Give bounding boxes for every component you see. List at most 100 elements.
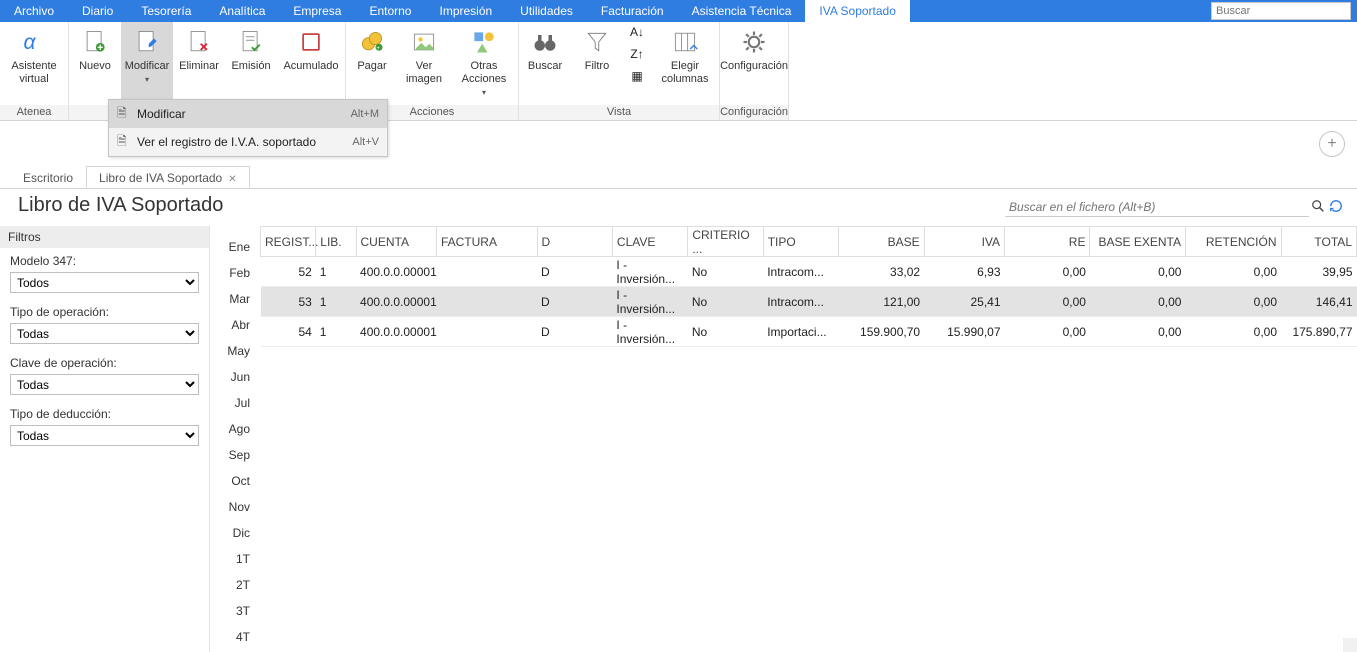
button-label: Nuevo [79, 60, 111, 73]
menu-search-input[interactable] [1212, 3, 1350, 19]
col-header[interactable]: CLAVE [612, 227, 687, 257]
filter-label: Tipo de operación: [0, 299, 209, 321]
cell [436, 257, 537, 287]
nuevo-button[interactable]: Nuevo [69, 22, 121, 105]
menu-item-archivo[interactable]: Archivo [0, 0, 68, 22]
filter-select[interactable]: Todas [10, 425, 199, 446]
month-ago[interactable]: Ago [229, 422, 250, 436]
filter-select[interactable]: Todas [10, 374, 199, 395]
buscar-button[interactable]: Buscar [519, 22, 571, 105]
asistente-virtual-button[interactable]: αAsistente virtual [0, 22, 68, 105]
menu-item-impresi-n[interactable]: Impresión [425, 0, 506, 22]
cell: Intracom... [763, 287, 838, 317]
menu-item-facturaci-n[interactable]: Facturación [587, 0, 678, 22]
month-sep[interactable]: Sep [229, 448, 250, 462]
month-oct[interactable]: Oct [231, 474, 250, 488]
table-row[interactable]: 521400.0.0.00001DI - Inversión...NoIntra… [261, 257, 1357, 287]
menu-item-empresa[interactable]: Empresa [279, 0, 355, 22]
month-abr[interactable]: Abr [231, 318, 250, 332]
acumulado-button[interactable]: Acumulado [277, 22, 345, 105]
grid-horizontal-scrollbar[interactable] [260, 638, 1343, 652]
table-row[interactable]: 541400.0.0.00001DI - Inversión...NoImpor… [261, 317, 1357, 347]
button-label: Ver imagen [406, 60, 442, 86]
col-header[interactable]: TOTAL [1281, 227, 1357, 257]
grid-small-icon[interactable]: ▦ [627, 66, 647, 86]
col-header[interactable]: IVA [924, 227, 1004, 257]
add-button[interactable]: + [1319, 131, 1345, 157]
menu-item-asistencia-t-cnica[interactable]: Asistencia Técnica [678, 0, 806, 22]
month-mar[interactable]: Mar [229, 292, 250, 306]
cell: D [537, 317, 612, 347]
month-4t[interactable]: 4T [236, 630, 250, 644]
month-nov[interactable]: Nov [229, 500, 250, 514]
menu-item-tesorer-a[interactable]: Tesorería [127, 0, 205, 22]
elegir-columnas-button[interactable]: Elegir columnas [651, 22, 719, 105]
data-grid: REGIST...LIB.CUENTAFACTURADCLAVECRITERIO… [260, 226, 1357, 347]
tab-libro-de-iva-soportado[interactable]: Libro de IVA Soportado✕ [86, 166, 250, 188]
page-title: Libro de IVA Soportado [18, 194, 223, 217]
cell: 0,00 [1090, 287, 1186, 317]
pagar-button[interactable]: +Pagar [346, 22, 398, 105]
col-header[interactable]: REGIST... [261, 227, 316, 257]
cell: I - Inversión... [612, 287, 687, 317]
col-header[interactable]: D [537, 227, 612, 257]
filter-select[interactable]: Todas [10, 323, 199, 344]
grid-search-input[interactable] [1005, 197, 1309, 217]
cell: 1 [316, 287, 356, 317]
month-jul[interactable]: Jul [235, 396, 250, 410]
menu-item-anal-tica[interactable]: Analítica [205, 0, 279, 22]
table-row[interactable]: 531400.0.0.00001DI - Inversión...NoIntra… [261, 287, 1357, 317]
cell: 400.0.0.00001 [356, 287, 436, 317]
month-ene[interactable]: Ene [229, 240, 250, 254]
configuracion-button[interactable]: Configuración [720, 22, 788, 105]
col-header[interactable]: RE [1005, 227, 1090, 257]
month-1t[interactable]: 1T [236, 552, 250, 566]
tab-escritorio[interactable]: Escritorio [10, 166, 86, 188]
ribbon-group: BuscarFiltroA↓Z↑▦Elegir columnasVista [519, 22, 720, 120]
month-may[interactable]: May [227, 344, 250, 358]
month-feb[interactable]: Feb [229, 266, 250, 280]
button-label: Modificar [125, 60, 170, 73]
menu-item-diario[interactable]: Diario [68, 0, 127, 22]
modificar-button[interactable]: Modificar▾ [121, 22, 173, 105]
menu-item-iva-soportado[interactable]: IVA Soportado [805, 0, 910, 22]
group-title: Atenea [0, 105, 68, 120]
col-header[interactable]: LIB. [316, 227, 356, 257]
col-header[interactable]: RETENCIÓN [1185, 227, 1281, 257]
dropdown-item[interactable]: 🗎 Modificar Alt+M [109, 100, 387, 128]
col-header[interactable]: CUENTA [356, 227, 436, 257]
filter-select[interactable]: Todos [10, 272, 199, 293]
sort-asc-icon[interactable]: A↓ [627, 22, 647, 42]
cell: 146,41 [1281, 287, 1357, 317]
dropdown-item[interactable]: 🗎 Ver el registro de I.V.A. soportado Al… [109, 128, 387, 156]
col-header[interactable]: CRITERIO ... [688, 227, 763, 257]
otras-acciones-button[interactable]: Otras Acciones▾ [450, 22, 518, 105]
month-3t[interactable]: 3T [236, 604, 250, 618]
group-title: Configuración [720, 105, 788, 120]
emision-button[interactable]: Emisión [225, 22, 277, 105]
month-2t[interactable]: 2T [236, 578, 250, 592]
cell: 159.900,70 [839, 317, 924, 347]
close-icon[interactable]: ✕ [228, 174, 236, 185]
col-header[interactable]: BASE EXENTA [1090, 227, 1186, 257]
button-label: Pagar [357, 60, 386, 73]
button-label: Emisión [231, 60, 270, 73]
cell [436, 317, 537, 347]
filtro-button[interactable]: Filtro [571, 22, 623, 105]
ver-imagen-button[interactable]: Ver imagen [398, 22, 450, 105]
refresh-icon[interactable] [1327, 199, 1345, 216]
month-jun[interactable]: Jun [231, 370, 250, 384]
sort-desc-icon[interactable]: Z↑ [627, 44, 647, 64]
cell: 0,00 [1185, 257, 1281, 287]
grid-scroll-corner [1343, 638, 1357, 652]
search-icon[interactable] [1309, 199, 1327, 216]
dropdown-shortcut: Alt+M [351, 108, 379, 120]
menu-item-entorno[interactable]: Entorno [355, 0, 425, 22]
cell: 0,00 [1005, 287, 1090, 317]
col-header[interactable]: TIPO [763, 227, 838, 257]
eliminar-button[interactable]: Eliminar [173, 22, 225, 105]
col-header[interactable]: FACTURA [436, 227, 537, 257]
col-header[interactable]: BASE [839, 227, 924, 257]
month-dic[interactable]: Dic [233, 526, 250, 540]
menu-item-utilidades[interactable]: Utilidades [506, 0, 587, 22]
